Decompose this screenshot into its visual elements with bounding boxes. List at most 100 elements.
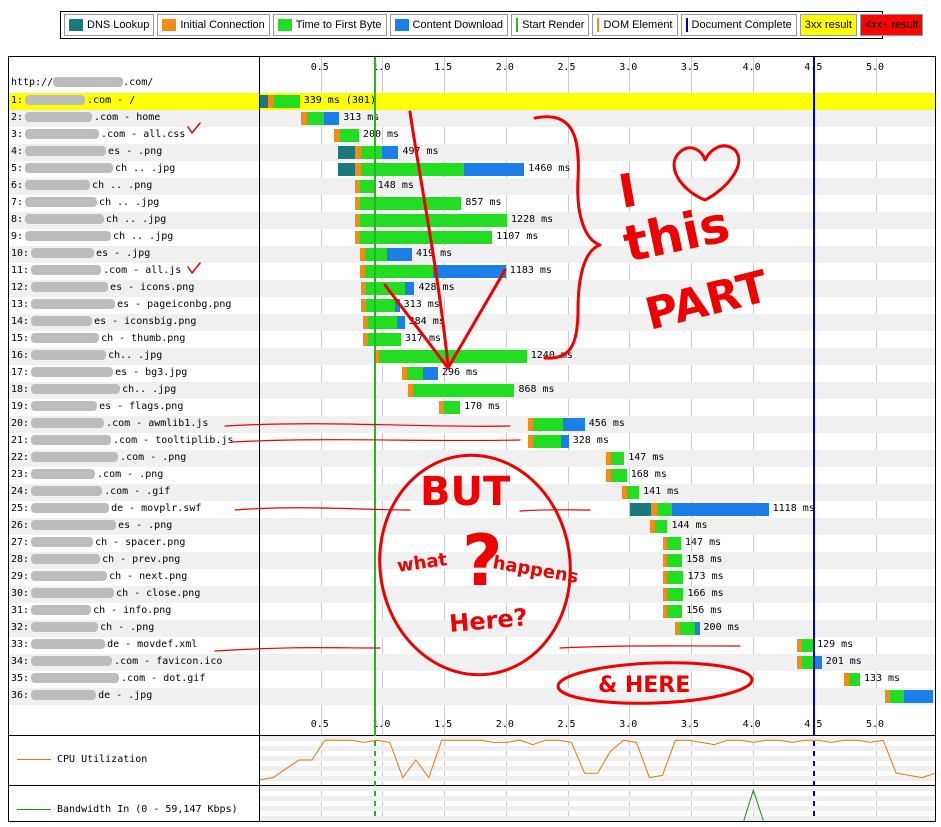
redacted-host [31,299,116,309]
request-number: 6: [11,180,24,191]
bar-dl [694,622,700,635]
request-row[interactable]: 36:de - .jpg391 ms [9,688,935,705]
request-row[interactable]: 30: ch - close.png 166 ms [9,586,935,603]
request-number: 31: [11,605,30,616]
request-row[interactable]: 8: ch .. .jpg 1228 ms [9,212,935,229]
redacted-host [31,316,93,326]
redacted-host [31,486,103,496]
request-row[interactable]: 33: de - movdef.xml 129 ms [9,637,935,654]
request-url: es - .jpg [96,248,151,259]
redacted-host [31,248,95,258]
request-number: 9: [11,231,24,242]
tick-label-top: 2.0 [495,62,514,73]
request-row[interactable]: 20: .com - awmlib1.js 456 ms [9,416,935,433]
request-row[interactable]: 21: .com - tooltiplib.js 328 ms [9,433,935,450]
request-number: 15: [11,333,30,344]
request-row[interactable]: 1: .com - / 339 ms (301) [9,93,935,110]
bar-ttfb [307,112,325,125]
request-url: ch .. .jpg [115,163,176,174]
request-row[interactable]: 19: es - flags.png 170 ms [9,399,935,416]
request-number: 23: [11,469,30,480]
request-number: 17: [11,367,30,378]
cpu_graph-title: CPU Utilization [57,754,148,765]
bar-ttfb [626,486,640,499]
request-label: 5: ch .. .jpg [11,163,175,174]
request-number: 11: [11,265,30,276]
request-row[interactable]: 31: ch - info.png 156 ms [9,603,935,620]
redacted-host [25,231,112,241]
request-duration: 170 ms [464,401,501,412]
request-row[interactable]: 28: ch - prev.png 158 ms [9,552,935,569]
request-row[interactable]: 26: es - .png 144 ms [9,518,935,535]
legend-label: 4xx+ result [864,19,919,31]
request-url: ch.. .jpg [122,384,177,395]
request-number: 19: [11,401,30,412]
request-row[interactable]: 24: .com - .gif 141 ms [9,484,935,501]
request-row[interactable]: 2: .com - home 313 ms [9,110,935,127]
request-label: 4: es - .png [11,146,162,157]
request-number: 36: [11,690,30,701]
cpu_graph-label: CPU Utilization [17,754,147,765]
request-row[interactable]: 25: de - movplr.swf 1118 ms [9,501,935,518]
request-url: es - bg3.jpg [115,367,188,378]
request-row[interactable]: 35: .com - dot.gif 133 ms [9,671,935,688]
request-number: 24: [11,486,30,497]
request-url: ch .. .jpg [99,197,160,208]
tick-label-bottom: 3.5 [680,719,699,730]
request-row[interactable]: 32: ch - .png 200 ms [9,620,935,637]
bar-ttfb [444,401,461,414]
request-row[interactable]: 10: es - .jpg 419 ms [9,246,935,263]
request-row[interactable]: 14: es - iconsbig.png 384 ms [9,314,935,331]
redacted-host [31,367,114,377]
request-row[interactable]: 29: ch - next.png 173 ms [9,569,935,586]
request-number: 25: [11,503,30,514]
request-row[interactable]: 16: ch.. .jpg 1240 ms [9,348,935,365]
request-url: ch - .png [100,622,155,633]
request-number: 35: [11,673,30,684]
request-row[interactable]: 27: ch - spacer.png 147 ms [9,535,935,552]
request-label: 22: .com - .png [11,452,186,463]
redacted-host [31,537,94,547]
request-row[interactable]: 12: es - icons.png 428 ms [9,280,935,297]
request-duration: 144 ms [671,520,708,531]
bar-ttfb [679,622,695,635]
request-row[interactable]: 13: es - pageiconbg.png 313 ms [9,297,935,314]
request-row[interactable]: 22: .com - .png 147 ms [9,450,935,467]
request-label: 24: .com - .gif [11,486,170,497]
request-duration: 428 ms [418,282,455,293]
waterfall-chart: http:// .com/1: .com - / 339 ms (301) 2: .com… [8,56,936,822]
bar-dl [404,282,415,295]
request-row[interactable]: 6: ch .. .png 148 ms [9,178,935,195]
bar-dl [562,418,585,431]
request-number: 16: [11,350,30,361]
request-duration: 328 ms [572,435,609,446]
request-row[interactable]: 5: ch .. .jpg 1460 ms [9,161,935,178]
request-row[interactable]: 11: .com - all.js 1183 ms [9,263,935,280]
request-duration: 317 ms [404,333,442,344]
request-number: 26: [11,520,30,531]
request-row[interactable]: 34: .com - favicon.ico 201 ms [9,654,935,671]
bar-ttfb [667,537,682,550]
redacted-host [31,605,92,615]
bandwidth_graph-label: Bandwidth In (0 - 59,147 Kbps) [17,804,238,815]
request-url: ch - spacer.png [95,537,186,548]
legend-item-7: 3xx result [799,14,857,36]
request-row[interactable]: 23: .com - .png 168 ms [9,467,935,484]
request-row[interactable]: 15: ch - thumb.png 317 ms [9,331,935,348]
request-row[interactable]: 17: es - bg3.jpg 296 ms [9,365,935,382]
request-row[interactable]: 7: ch .. .jpg 857 ms [9,195,935,212]
request-number: 12: [11,282,30,293]
request-row[interactable]: 4: es - .png 497 ms [9,144,935,161]
request-label: 15: ch - thumb.png [11,333,185,344]
bar-dl [394,299,400,312]
bar-ttfb [667,588,684,601]
request-number: 34: [11,656,30,667]
legend-item-6: Document Complete [680,14,797,36]
request-row[interactable]: 18: ch.. .jpg 868 ms [9,382,935,399]
redacted-host [31,384,121,394]
tick-label-top: 3.0 [619,62,638,73]
request-duration: 296 ms [441,367,479,378]
request-row[interactable]: 3: .com - all.css 200 ms [9,127,935,144]
request-row[interactable]: 9: ch .. .jpg 1107 ms [9,229,935,246]
request-label: 18: ch.. .jpg [11,384,176,395]
